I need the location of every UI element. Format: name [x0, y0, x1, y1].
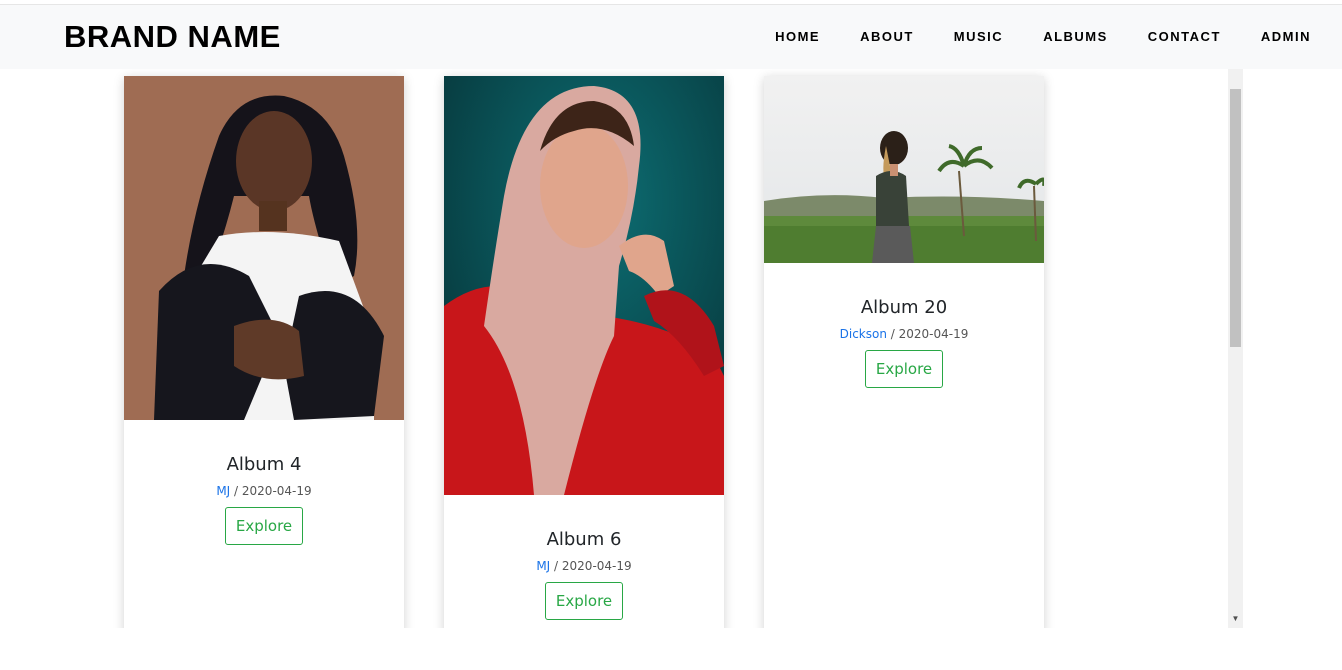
album-card: Album 4 MJ / 2020-04-19 Explore — [124, 76, 404, 628]
album-title[interactable]: Album 4 — [124, 454, 404, 475]
album-meta: MJ / 2020-04-19 — [124, 484, 404, 498]
main-nav: HOME ABOUT MUSIC ALBUMS CONTACT ADMIN — [775, 29, 1311, 44]
album-title[interactable]: Album 20 — [764, 297, 1044, 318]
meta-separator: / — [230, 484, 242, 498]
album-card-body: Album 20 Dickson / 2020-04-19 Explore — [764, 297, 1044, 388]
nav-albums[interactable]: ALBUMS — [1043, 29, 1108, 44]
album-author-link[interactable]: Dickson — [840, 327, 887, 341]
triangle-down-icon[interactable]: ▼ — [1228, 614, 1243, 624]
explore-button[interactable]: Explore — [545, 582, 623, 620]
album-cover-image[interactable] — [124, 76, 404, 420]
album-author-link[interactable]: MJ — [536, 559, 550, 573]
album-cover-image[interactable] — [444, 76, 724, 495]
album-title[interactable]: Album 6 — [444, 529, 724, 550]
nav-about[interactable]: ABOUT — [860, 29, 914, 44]
nav-music[interactable]: MUSIC — [954, 29, 1003, 44]
nav-contact[interactable]: CONTACT — [1148, 29, 1221, 44]
nav-home[interactable]: HOME — [775, 29, 820, 44]
album-cover-image[interactable] — [764, 76, 1044, 263]
scrollbar-thumb[interactable] — [1230, 89, 1241, 347]
vertical-scrollbar[interactable]: ▼ — [1228, 69, 1243, 628]
album-card: Album 6 MJ / 2020-04-19 Explore — [444, 76, 724, 628]
album-cover-photo — [444, 76, 724, 495]
explore-button[interactable]: Explore — [865, 350, 943, 388]
album-date: 2020-04-19 — [561, 559, 632, 573]
explore-button[interactable]: Explore — [225, 507, 303, 545]
meta-separator: / — [886, 327, 899, 341]
album-card-body: Album 4 MJ / 2020-04-19 Explore — [124, 454, 404, 545]
album-meta: Dickson / 2020-04-19 — [764, 327, 1044, 341]
meta-separator: / — [550, 559, 562, 573]
album-date: 2020-04-19 — [898, 327, 969, 341]
album-card: Album 20 Dickson / 2020-04-19 Explore — [764, 76, 1044, 628]
navbar: BRAND NAME HOME ABOUT MUSIC ALBUMS CONTA… — [0, 5, 1342, 69]
album-date: 2020-04-19 — [241, 484, 312, 498]
nav-admin[interactable]: ADMIN — [1261, 29, 1311, 44]
album-grid: Album 4 MJ / 2020-04-19 Explore Album 6 … — [0, 69, 1228, 628]
album-cover-photo — [764, 76, 1044, 263]
album-author-link[interactable]: MJ — [216, 484, 230, 498]
album-cover-photo — [124, 76, 404, 420]
album-card-body: Album 6 MJ / 2020-04-19 Explore — [444, 529, 724, 620]
album-meta: MJ / 2020-04-19 — [444, 559, 724, 573]
brand-logo[interactable]: BRAND NAME — [64, 19, 281, 55]
